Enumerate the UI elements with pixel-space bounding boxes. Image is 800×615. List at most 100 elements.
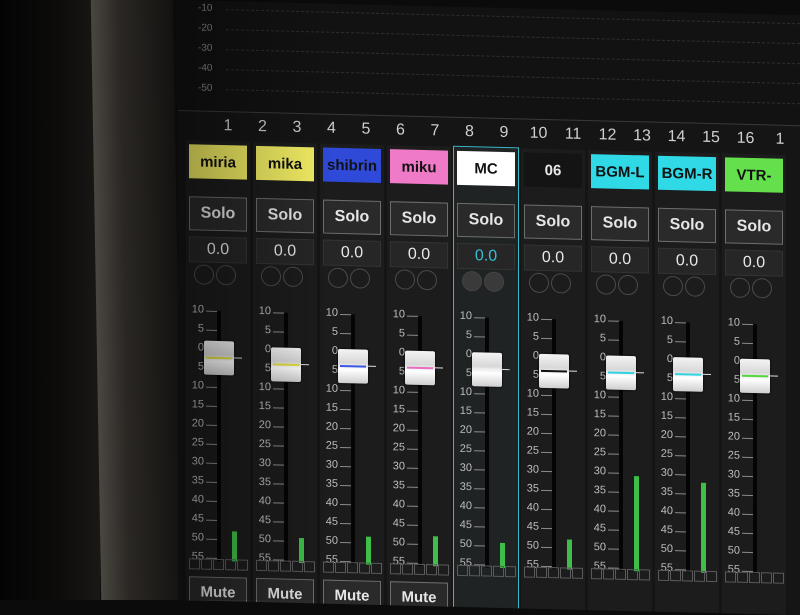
channel-strip[interactable]: mika Solo 0.0 10 5 0 5 10 15 20 25 30 35 40 45 50 55 Mute [253,141,317,614]
assign-square[interactable] [457,564,468,577]
indicator-circle-icon[interactable] [261,266,281,287]
mute-button[interactable]: Mute [256,577,314,610]
assign-square[interactable] [481,565,492,577]
solo-button[interactable]: Solo [457,202,515,239]
assign-square[interactable] [256,559,267,572]
assign-square[interactable] [280,560,291,572]
assign-square[interactable] [359,562,370,574]
gain-readout[interactable]: 0.0 [256,237,314,266]
assign-square[interactable] [414,563,425,576]
mute-button[interactable]: Mute [390,581,448,613]
indicator-circle-icon[interactable] [484,271,504,292]
gain-readout[interactable]: 0.0 [457,242,515,271]
gain-readout[interactable]: 0.0 [725,249,783,277]
assign-square[interactable] [639,569,650,581]
channel-strip[interactable]: 06 Solo 0.0 10 5 0 5 10 15 20 25 30 35 40 45 50 55 [521,148,585,615]
solo-button[interactable]: Solo [256,197,314,234]
channel-name-tag[interactable]: shibrin [323,147,381,183]
indicator-circle-icon[interactable] [685,276,705,297]
assign-square[interactable] [694,570,705,582]
indicator-circle-icon[interactable] [395,269,415,290]
assign-square[interactable] [615,568,626,580]
indicator-circle-icon[interactable] [328,267,348,289]
indicator-circle-icon[interactable] [216,264,236,286]
assign-square[interactable] [682,570,693,582]
mute-button[interactable]: Mute [323,579,381,611]
gain-readout[interactable]: 0.0 [524,244,582,272]
solo-button[interactable]: Solo [725,209,783,245]
channel-name-tag[interactable]: VTR- [725,157,783,193]
channel-strip[interactable]: MC Solo 0.0 10 5 0 5 10 15 20 25 30 35 40 45 50 55 [453,145,519,615]
assign-square[interactable] [225,559,236,571]
channel-strip[interactable]: BGM-R Solo 0.0 10 5 0 5 10 15 20 25 30 35 40 45 50 55 [655,151,719,615]
solo-button[interactable]: Solo [390,201,448,237]
solo-button[interactable]: Solo [189,196,247,232]
assign-square[interactable] [761,572,772,584]
fader-knob[interactable] [271,347,309,383]
assign-square[interactable] [591,568,602,580]
gain-readout[interactable]: 0.0 [658,247,716,276]
channel-name-tag[interactable]: miku [390,149,448,185]
gain-readout[interactable]: 0.0 [189,236,247,264]
solo-button[interactable]: Solo [323,199,381,235]
assign-square[interactable] [469,565,480,577]
assign-square[interactable] [658,569,669,581]
assign-square[interactable] [572,567,583,579]
solo-button[interactable]: Solo [658,207,716,244]
indicator-circle-icon[interactable] [663,275,683,297]
fader-knob[interactable] [204,340,242,376]
assign-square[interactable] [323,561,334,573]
mute-button[interactable]: Mute [189,576,247,608]
indicator-circle-icon[interactable] [283,266,303,288]
channel-strip[interactable]: VTR- Solo 0.0 10 5 0 5 10 15 20 25 30 35 40 45 50 55 [722,153,786,615]
fader-knob[interactable] [539,353,577,389]
fader-knob[interactable] [673,357,711,392]
assign-square[interactable] [189,558,200,570]
assign-square[interactable] [536,566,547,579]
indicator-circle-icon[interactable] [417,269,437,291]
assign-square[interactable] [725,571,736,583]
assign-square[interactable] [627,568,638,581]
assign-square[interactable] [347,562,358,574]
indicator-circle-icon[interactable] [462,270,482,292]
assign-square[interactable] [201,558,212,570]
channel-name-tag[interactable]: miria [189,144,247,180]
indicator-circle-icon[interactable] [529,272,549,294]
assign-square[interactable] [335,561,346,574]
indicator-circle-icon[interactable] [194,264,214,285]
assign-square[interactable] [603,568,614,580]
assign-square[interactable] [304,561,315,573]
assign-square[interactable] [493,565,504,577]
gain-readout[interactable]: 0.0 [323,239,381,267]
assign-square[interactable] [524,566,535,578]
solo-button[interactable]: Solo [591,206,649,242]
assign-square[interactable] [237,559,248,571]
indicator-circle-icon[interactable] [596,274,616,295]
solo-button[interactable]: Solo [524,204,582,240]
channel-name-tag[interactable]: 06 [524,152,582,188]
assign-square[interactable] [213,558,224,571]
assign-square[interactable] [706,570,717,583]
assign-square[interactable] [560,567,571,579]
gain-readout[interactable]: 0.0 [591,246,649,274]
indicator-circle-icon[interactable] [618,274,638,296]
assign-square[interactable] [268,560,279,572]
assign-square[interactable] [438,564,449,576]
assign-square[interactable] [670,570,681,582]
channel-strip[interactable]: miku Solo 0.0 10 5 0 5 10 15 20 25 30 35 40 45 50 55 Mute [387,145,451,615]
indicator-circle-icon[interactable] [752,278,772,299]
assign-square[interactable] [390,563,401,575]
assign-square[interactable] [505,565,516,578]
fader-knob[interactable] [606,355,644,391]
indicator-circle-icon[interactable] [730,277,750,298]
assign-square[interactable] [737,571,748,583]
fader-knob[interactable] [405,350,443,386]
channel-name-tag[interactable]: BGM-L [591,154,649,190]
fader-knob[interactable] [740,358,778,394]
channel-name-tag[interactable]: mika [256,145,314,182]
indicator-circle-icon[interactable] [350,268,370,289]
fader-knob[interactable] [338,348,376,384]
assign-square[interactable] [749,571,760,584]
assign-square[interactable] [548,567,559,579]
assign-square[interactable] [402,563,413,575]
